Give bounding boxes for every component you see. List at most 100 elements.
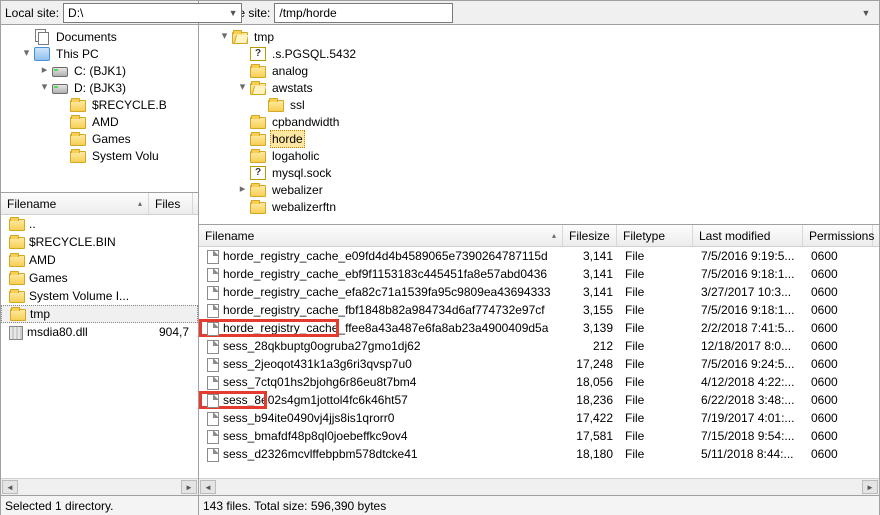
- scroll-right-icon[interactable]: ►: [862, 480, 878, 494]
- list-item[interactable]: sess_d2326mcvlffebpbm578dtcke4118,180Fil…: [199, 445, 879, 463]
- file-type: File: [619, 267, 695, 281]
- expander-icon[interactable]: [237, 82, 248, 93]
- tree-item[interactable]: cpbandwidth: [201, 113, 877, 130]
- local-list-header[interactable]: Filename▴ Files: [1, 193, 198, 215]
- file-size: 17,581: [565, 429, 619, 443]
- expander-icon[interactable]: [39, 65, 50, 76]
- expander-icon[interactable]: [237, 184, 248, 195]
- tree-item[interactable]: .s.PGSQL.5432: [201, 45, 877, 62]
- doc-icon: [207, 340, 219, 354]
- tree-item[interactable]: Games: [3, 130, 196, 147]
- tree-item-label: webalizerftn: [270, 199, 338, 215]
- chevron-down-icon[interactable]: ▼: [226, 5, 240, 21]
- tree-item[interactable]: $RECYCLE.B: [3, 96, 196, 113]
- file-type: File: [619, 429, 695, 443]
- file-permissions: 0600: [805, 321, 875, 335]
- local-tree-view[interactable]: DocumentsThis PCC: (BJK1)D: (BJK3)$RECYC…: [1, 24, 198, 192]
- expander-icon: [237, 150, 248, 161]
- tree-item[interactable]: tmp: [201, 28, 877, 45]
- col-filename[interactable]: Filename: [7, 197, 56, 211]
- list-item[interactable]: AMD: [1, 251, 198, 269]
- list-item[interactable]: sess_28qkbuptg0ogruba27gmo1dj62212File12…: [199, 337, 879, 355]
- chevron-down-icon[interactable]: ▼: [859, 5, 873, 21]
- tree-item[interactable]: logaholic: [201, 147, 877, 164]
- file-name: ..: [29, 217, 36, 231]
- file-type: File: [619, 303, 695, 317]
- expander-icon: [21, 31, 32, 42]
- folder-icon: [9, 219, 25, 231]
- list-item[interactable]: $RECYCLE.BIN: [1, 233, 198, 251]
- col-permissions[interactable]: Permissions: [809, 229, 874, 243]
- remote-status-text: 143 files. Total size: 596,390 bytes: [203, 499, 386, 513]
- remote-path-bar: Remote site: ▼: [199, 0, 879, 24]
- expander-icon[interactable]: [39, 82, 50, 93]
- file-modified: 7/15/2018 9:54:...: [695, 429, 805, 443]
- tree-item[interactable]: analog: [201, 62, 877, 79]
- file-size: 17,248: [565, 357, 619, 371]
- dll-icon: [9, 326, 23, 340]
- file-name: sess_28qkbuptg0ogruba27gmo1dj62: [223, 339, 421, 353]
- list-item[interactable]: msdia80.dll904,7: [1, 323, 198, 341]
- list-item[interactable]: ..: [1, 215, 198, 233]
- list-item[interactable]: horde_registry_cache_ffee8a43a487e6fa8ab…: [199, 319, 879, 337]
- tree-item[interactable]: C: (BJK1): [3, 62, 196, 79]
- file-modified: 4/12/2018 4:22:...: [695, 375, 805, 389]
- file-modified: 7/19/2017 4:01:...: [695, 411, 805, 425]
- remote-file-list[interactable]: horde_registry_cache_e09fd4d4b4589065e73…: [199, 247, 879, 478]
- list-item[interactable]: System Volume I...: [1, 287, 198, 305]
- tree-item[interactable]: System Volu: [3, 147, 196, 164]
- list-item[interactable]: horde_registry_cache_ebf9f1153183c445451…: [199, 265, 879, 283]
- scroll-right-icon[interactable]: ►: [181, 480, 197, 494]
- scroll-left-icon[interactable]: ◄: [2, 480, 18, 494]
- tree-item[interactable]: horde: [201, 130, 877, 147]
- local-hscroll[interactable]: ◄ ►: [1, 478, 198, 495]
- col-modified[interactable]: Last modified: [699, 229, 770, 243]
- file-name: Games: [29, 271, 68, 285]
- list-item[interactable]: sess_b94ite0490vj4jjs8is1qrorr017,422Fil…: [199, 409, 879, 427]
- list-item[interactable]: sess_2jeoqot431k1a3g6ri3qvsp7u017,248Fil…: [199, 355, 879, 373]
- tree-item[interactable]: mysql.sock: [201, 164, 877, 181]
- doc-icon: [207, 250, 219, 264]
- col-filename[interactable]: Filename: [205, 229, 254, 243]
- tree-item[interactable]: AMD: [3, 113, 196, 130]
- expander-icon[interactable]: [21, 48, 32, 59]
- list-item[interactable]: tmp: [1, 305, 198, 323]
- remote-status-bar: 143 files. Total size: 596,390 bytes: [199, 495, 879, 515]
- tree-item[interactable]: Documents: [3, 28, 196, 45]
- q-icon: [250, 47, 266, 61]
- q-icon: [250, 166, 266, 180]
- remote-list-header[interactable]: Filename▴ Filesize Filetype Last modifie…: [199, 225, 879, 247]
- tree-item[interactable]: D: (BJK3): [3, 79, 196, 96]
- remote-hscroll[interactable]: ◄ ►: [199, 478, 879, 495]
- tree-item-label: horde: [270, 130, 305, 148]
- list-item[interactable]: horde_registry_cache_fbf1848b82a984734d6…: [199, 301, 879, 319]
- file-type: File: [619, 321, 695, 335]
- expander-icon: [237, 65, 248, 76]
- col-filesize[interactable]: Filesize: [569, 229, 610, 243]
- tree-item[interactable]: webalizerftn: [201, 198, 877, 215]
- file-modified: 5/11/2018 8:44:...: [695, 447, 805, 461]
- list-item[interactable]: sess_8e02s4gm1jottol4fc6k46ht5718,236Fil…: [199, 391, 879, 409]
- local-path-input[interactable]: [63, 3, 242, 23]
- list-item[interactable]: Games: [1, 269, 198, 287]
- remote-tree-view[interactable]: tmp.s.PGSQL.5432analogawstatssslcpbandwi…: [199, 24, 879, 224]
- local-file-list[interactable]: .. $RECYCLE.BINAMD Games System Volume I...…: [1, 215, 198, 478]
- tree-item-label: cpbandwidth: [270, 114, 341, 130]
- list-item[interactable]: horde_registry_cache_e09fd4d4b4589065e73…: [199, 247, 879, 265]
- col-filetype[interactable]: Filetype: [623, 229, 665, 243]
- remote-path-input[interactable]: [274, 3, 453, 23]
- scroll-left-icon[interactable]: ◄: [200, 480, 216, 494]
- local-status-bar: Selected 1 directory.: [1, 495, 198, 515]
- expander-icon: [57, 99, 68, 110]
- col-filesize[interactable]: Files: [155, 197, 180, 211]
- list-item[interactable]: horde_registry_cache_efa82c71a1539fa95c9…: [199, 283, 879, 301]
- folder-icon: [9, 291, 25, 303]
- list-item[interactable]: sess_bmafdf48p8ql0joebeffkc9ov417,581Fil…: [199, 427, 879, 445]
- tree-item[interactable]: webalizer: [201, 181, 877, 198]
- tree-item[interactable]: This PC: [3, 45, 196, 62]
- file-size: 3,139: [565, 321, 619, 335]
- tree-item[interactable]: awstats: [201, 79, 877, 96]
- list-item[interactable]: sess_7ctq01hs2bjohg6r86eu8t7bm418,056Fil…: [199, 373, 879, 391]
- expander-icon[interactable]: [219, 31, 230, 42]
- tree-item[interactable]: ssl: [201, 96, 877, 113]
